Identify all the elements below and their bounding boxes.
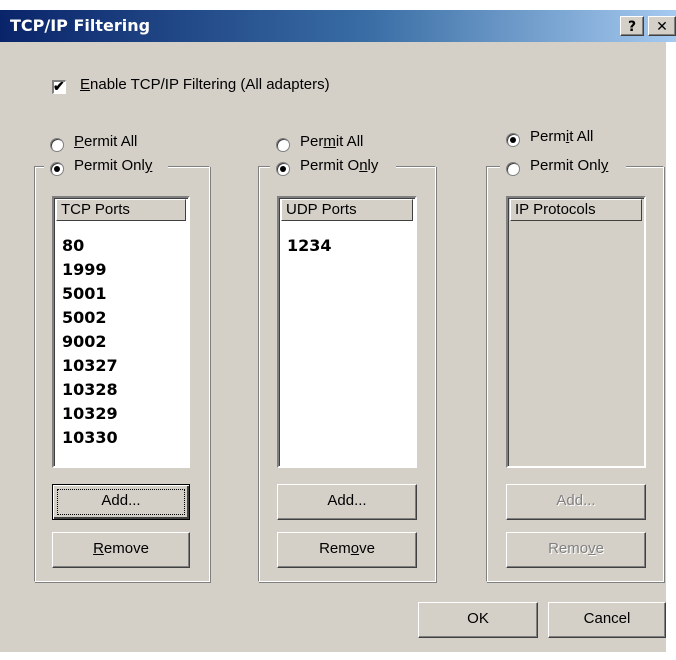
tcp-add-button[interactable]: Add... bbox=[52, 484, 190, 520]
enable-filtering-checkbox[interactable]: ✔ bbox=[52, 78, 66, 94]
ip-protocols-list[interactable]: IP Protocols bbox=[506, 196, 646, 468]
right-edge bbox=[666, 42, 676, 660]
tcp-permit-only-radio[interactable] bbox=[50, 162, 64, 176]
list-item[interactable]: 9002 bbox=[62, 330, 118, 354]
list-item[interactable]: 10329 bbox=[62, 402, 118, 426]
ip-add-button[interactable]: Add... bbox=[506, 484, 646, 520]
tcp-remove-button[interactable]: Remove bbox=[52, 532, 190, 568]
list-item[interactable]: 80 bbox=[62, 234, 118, 258]
tcp-ports-rows: 80 1999 5001 5002 9002 10327 10328 10329… bbox=[62, 234, 118, 450]
udp-add-button[interactable]: Add... bbox=[277, 484, 417, 520]
ip-permit-only-radio[interactable] bbox=[506, 162, 520, 176]
udp-permit-only-label[interactable]: Permit Only bbox=[300, 157, 378, 174]
ip-protocols-header[interactable]: IP Protocols bbox=[510, 199, 642, 221]
ip-permit-only-label[interactable]: Permit Only bbox=[530, 157, 608, 174]
cancel-button[interactable]: Cancel bbox=[548, 602, 666, 638]
list-item[interactable]: 1999 bbox=[62, 258, 118, 282]
udp-ports-rows: 1234 bbox=[287, 234, 332, 258]
tcp-permit-only-label[interactable]: Permit Only bbox=[74, 157, 152, 174]
list-item[interactable]: 10328 bbox=[62, 378, 118, 402]
question-mark-icon: ? bbox=[627, 19, 637, 35]
udp-ports-list[interactable]: UDP Ports 1234 bbox=[277, 196, 417, 468]
title-bar: TCP/IP Filtering ? ✕ bbox=[0, 10, 676, 42]
udp-add-label: Add... bbox=[327, 492, 367, 509]
ok-button[interactable]: OK bbox=[418, 602, 538, 638]
tcp-ports-header[interactable]: TCP Ports bbox=[56, 199, 186, 221]
enable-filtering-label[interactable]: Enable TCP/IP Filtering (All adapters) bbox=[80, 76, 330, 93]
checkmark-icon: ✔ bbox=[53, 78, 65, 94]
list-item[interactable]: 5001 bbox=[62, 282, 118, 306]
ip-permit-all-label[interactable]: Permit All bbox=[530, 128, 593, 145]
focus-rect bbox=[57, 489, 185, 515]
ok-label: OK bbox=[467, 610, 489, 627]
cancel-label: Cancel bbox=[583, 610, 631, 627]
tcp-permit-all-label[interactable]: Permit All bbox=[74, 133, 137, 150]
list-item[interactable]: 5002 bbox=[62, 306, 118, 330]
list-item[interactable]: 10327 bbox=[62, 354, 118, 378]
udp-ports-header[interactable]: UDP Ports bbox=[281, 199, 413, 221]
ip-add-label: Add... bbox=[556, 492, 596, 509]
list-item[interactable]: 1234 bbox=[287, 234, 332, 258]
list-item[interactable]: 10330 bbox=[62, 426, 118, 450]
close-button[interactable]: ✕ bbox=[648, 16, 676, 36]
tcp-ports-list[interactable]: TCP Ports 80 1999 5001 5002 9002 10327 1… bbox=[52, 196, 190, 468]
tcp-permit-all-radio[interactable] bbox=[50, 138, 64, 152]
udp-remove-button[interactable]: Remove bbox=[277, 532, 417, 568]
udp-permit-all-radio[interactable] bbox=[276, 138, 290, 152]
help-button[interactable]: ? bbox=[620, 16, 644, 36]
bottom-edge bbox=[0, 652, 676, 660]
udp-permit-all-label[interactable]: Permit All bbox=[300, 133, 363, 150]
udp-permit-only-radio[interactable] bbox=[276, 162, 290, 176]
close-icon: ✕ bbox=[656, 19, 668, 35]
window-title: TCP/IP Filtering bbox=[10, 16, 151, 35]
ip-permit-all-radio[interactable] bbox=[506, 133, 520, 147]
top-margin bbox=[0, 0, 676, 10]
ip-remove-button[interactable]: Remove bbox=[506, 532, 646, 568]
